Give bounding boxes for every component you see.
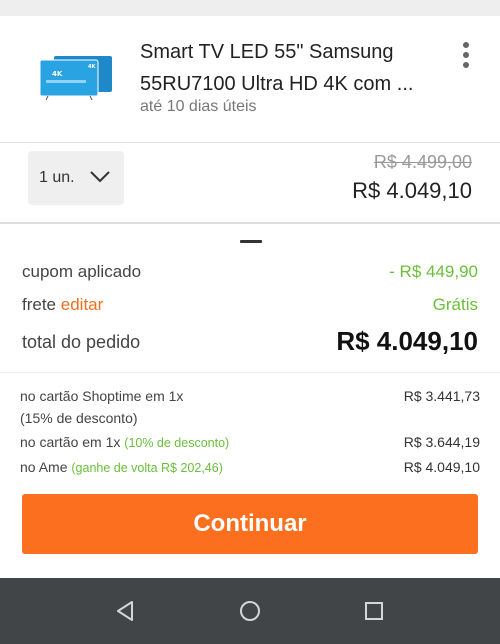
- total-value: R$ 4.049,10: [336, 326, 478, 356]
- shipping-value: Grátis: [432, 295, 478, 314]
- continue-button[interactable]: Continuar: [22, 494, 478, 554]
- shipping-edit-link[interactable]: editar: [61, 295, 104, 314]
- total-label: total do pedido: [22, 332, 141, 352]
- top-strip: [0, 0, 500, 16]
- payment-option-row: no Ame (ganhe de volta R$ 202,46): [20, 459, 223, 475]
- delivery-time: até 10 dias úteis: [140, 98, 257, 115]
- shipping-label: frete: [22, 295, 57, 314]
- current-price: R$ 4.049,10: [352, 178, 472, 203]
- chevron-down-icon: [90, 171, 110, 183]
- divider: [0, 372, 500, 373]
- divider: [0, 142, 500, 143]
- payment-option-label: no Ame: [20, 459, 68, 475]
- quantity-select[interactable]: 1 un.: [28, 151, 124, 205]
- payment-option-value: R$ 3.644,19: [403, 434, 480, 450]
- payment-option-note: (ganhe de volta R$ 202,46): [71, 461, 223, 475]
- recents-square-icon[interactable]: [362, 599, 386, 623]
- quantity-value: 1 un.: [39, 169, 75, 186]
- coupon-label: cupom aplicado: [22, 262, 142, 281]
- kebab-menu-icon[interactable]: [456, 42, 476, 72]
- divider: [0, 222, 500, 224]
- original-price: R$ 4.499,00: [373, 152, 472, 172]
- coupon-value: - R$ 449,90: [389, 262, 478, 281]
- home-circle-icon[interactable]: [238, 599, 262, 623]
- svg-text:4K: 4K: [52, 70, 63, 78]
- payment-option-label: no cartão em 1x: [20, 434, 121, 450]
- product-title-line2: 55RU7100 Ultra HD 4K com ...: [140, 73, 414, 95]
- payment-option-note: (15% de desconto): [20, 410, 138, 426]
- payment-option-row: no cartão em 1x (10% de desconto): [20, 434, 229, 450]
- back-triangle-icon[interactable]: [114, 599, 138, 623]
- product-title[interactable]: Smart TV LED 55" Samsung 55RU7100 Ultra …: [140, 36, 440, 100]
- android-nav-bar: [0, 578, 500, 644]
- svg-text:4K: 4K: [88, 64, 96, 70]
- product-item: 4K 4K Smart TV LED 55" Samsung 55RU7100 …: [0, 16, 500, 142]
- tv-thumbnail[interactable]: 4K 4K: [38, 54, 114, 100]
- drag-handle[interactable]: [240, 240, 262, 243]
- product-title-line1: Smart TV LED 55" Samsung: [140, 41, 394, 63]
- payment-option-note: (10% de desconto): [124, 436, 230, 450]
- payment-option-value: R$ 4.049,10: [403, 459, 480, 475]
- shipping-row: frete editar: [22, 295, 103, 315]
- payment-option-value: R$ 3.441,73: [403, 388, 480, 404]
- payment-option-label: no cartão Shoptime em 1x: [20, 388, 184, 404]
